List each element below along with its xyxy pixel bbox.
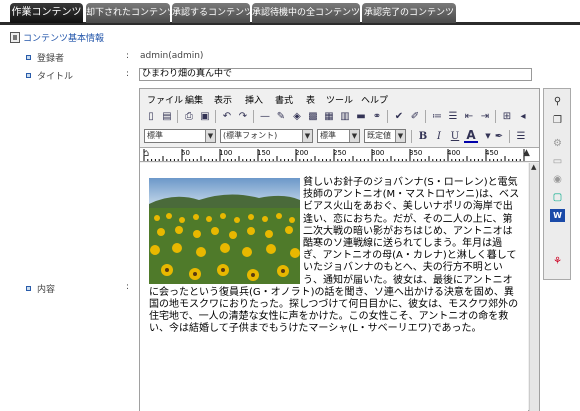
preview-icon[interactable]: ▣ bbox=[198, 109, 212, 123]
menu-tools[interactable]: ツール bbox=[326, 93, 353, 106]
copy-icon[interactable]: ❐ bbox=[550, 114, 565, 127]
indent-marker-icon[interactable]: ⌂ bbox=[143, 148, 149, 159]
undo-icon[interactable]: ↶ bbox=[220, 109, 234, 123]
underline-icon[interactable]: U bbox=[448, 129, 462, 143]
chevron-down-icon: ▼ bbox=[302, 130, 312, 142]
menu-file[interactable]: ファイル bbox=[147, 93, 183, 106]
rich-text-editor: ファイル 編集 表示 挿入 書式 表 ツール ヘルプ ▯ ▤ ⎙ ▣ ↶ ↷ —… bbox=[139, 88, 540, 411]
more-icon[interactable]: ◂ bbox=[516, 109, 530, 123]
menu-table[interactable]: 表 bbox=[306, 93, 315, 106]
menu-format[interactable]: 書式 bbox=[275, 93, 293, 106]
open-folder-icon[interactable]: ▤ bbox=[160, 109, 174, 123]
highlight-icon[interactable]: ✒ bbox=[492, 129, 506, 143]
chevron-down-icon: ▼ bbox=[395, 130, 405, 142]
ruler-label: 200 bbox=[295, 149, 309, 157]
registrant-value: admin(admin) bbox=[140, 51, 204, 61]
font-select[interactable]: (標準フォント) ▼ bbox=[220, 129, 313, 143]
bold-icon[interactable]: B bbox=[416, 129, 430, 143]
font-color-icon[interactable]: A bbox=[464, 128, 478, 143]
numbered-list-icon[interactable]: ≔ bbox=[430, 109, 444, 123]
table-grid-icon[interactable]: ⊞ bbox=[500, 109, 514, 123]
ruler: 50 100 150 200 250 300 350 400 450 ⌂ ▲ bbox=[140, 147, 539, 162]
source-icon[interactable]: ◉ bbox=[550, 173, 565, 186]
editor-toolbar-2: 標準 ▼ (標準フォント) ▼ 標準 ▼ 既定値 ▼ B I U A ▼ ✒ ☰ bbox=[140, 127, 539, 146]
indent-icon[interactable]: ⇥ bbox=[478, 109, 492, 123]
chevron-down-icon: ▼ bbox=[349, 130, 359, 142]
ruler-label: 400 bbox=[447, 149, 461, 157]
word-import-icon[interactable]: W bbox=[550, 209, 565, 222]
editor-scrollbar[interactable]: ▲ bbox=[529, 163, 539, 411]
content-label: 内容 bbox=[26, 282, 55, 295]
ruler-label: 100 bbox=[219, 149, 233, 157]
colon: : bbox=[126, 51, 130, 61]
menu-insert[interactable]: 挿入 bbox=[245, 93, 263, 106]
italic-icon[interactable]: I bbox=[432, 129, 446, 143]
spellcheck-icon[interactable]: ✔ bbox=[392, 109, 406, 123]
align-left-icon[interactable]: ☰ bbox=[514, 129, 528, 143]
horizontal-rule-icon[interactable]: — bbox=[258, 109, 272, 123]
tab-working-content[interactable]: 作業コンテンツ bbox=[10, 3, 83, 23]
editor-body-text: 貧しいお針子のジョバンナ(S・ローレン)と電気技師のアントニオ(M・マストロヤン… bbox=[149, 177, 520, 335]
bullet-icon bbox=[26, 55, 31, 60]
menu-edit[interactable]: 編集 bbox=[185, 93, 203, 106]
form-icon[interactable]: ▥ bbox=[338, 109, 352, 123]
scroll-up-icon[interactable]: ▲ bbox=[531, 163, 536, 171]
preview-page-icon[interactable]: ▢ bbox=[550, 191, 565, 204]
link-icon[interactable]: ⚭ bbox=[370, 109, 384, 123]
style-select[interactable]: 標準 ▼ bbox=[144, 129, 216, 143]
outdent-icon[interactable]: ⇤ bbox=[462, 109, 476, 123]
new-doc-icon[interactable]: ▯ bbox=[144, 109, 158, 123]
special-char-icon[interactable]: ⚘ bbox=[550, 255, 565, 268]
bullet-icon bbox=[26, 286, 31, 291]
colon: : bbox=[126, 69, 130, 79]
tab-rejected-content[interactable]: 却下されたコンテンツ bbox=[86, 3, 170, 23]
settings-icon[interactable]: ⚙ bbox=[550, 137, 565, 150]
redo-icon[interactable]: ↷ bbox=[236, 109, 250, 123]
find-icon[interactable]: ⚲ bbox=[550, 95, 565, 108]
default-select[interactable]: 既定値 ▼ bbox=[364, 129, 406, 143]
pen-icon[interactable]: ✎ bbox=[274, 109, 288, 123]
ruler-label: 300 bbox=[371, 149, 385, 157]
print-icon[interactable]: ⎙ bbox=[182, 109, 196, 123]
editor-toolbar-1: ▯ ▤ ⎙ ▣ ↶ ↷ — ✎ ◈ ▩ ▦ ▥ ▬ ⚭ ✔ ✐ ≔ ☰ ⇤ ⇥ … bbox=[140, 107, 539, 126]
clear-format-icon[interactable]: ✐ bbox=[408, 109, 422, 123]
editor-menubar: ファイル 編集 表示 挿入 書式 表 ツール ヘルプ bbox=[140, 89, 539, 107]
image-icon[interactable]: ▩ bbox=[306, 109, 320, 123]
colon: : bbox=[126, 282, 130, 292]
size-select[interactable]: 標準 ▼ bbox=[317, 129, 360, 143]
tab-bar: 作業コンテンツ 却下されたコンテンツ 承認するコンテンツ 承認待機中の全コンテン… bbox=[0, 0, 580, 25]
menu-view[interactable]: 表示 bbox=[214, 93, 232, 106]
eraser-icon[interactable]: ◈ bbox=[290, 109, 304, 123]
side-toolbar: ⚲ ❐ ⚙ ▭ ◉ ▢ W ⚘ bbox=[543, 88, 571, 280]
tab-pending-approval[interactable]: 承認待機中の全コンテンツ bbox=[252, 3, 360, 23]
document-icon bbox=[10, 32, 20, 43]
tab-approve-content[interactable]: 承認するコンテンツ bbox=[172, 3, 250, 23]
tab-approved-content[interactable]: 承認完了のコンテンツ bbox=[362, 3, 456, 23]
menu-help[interactable]: ヘルプ bbox=[361, 93, 388, 106]
bullet-icon bbox=[26, 73, 31, 78]
chevron-down-icon: ▼ bbox=[205, 130, 215, 142]
bullet-list-icon[interactable]: ☰ bbox=[446, 109, 460, 123]
ruler-label: 350 bbox=[409, 149, 423, 157]
title-label: タイトル bbox=[26, 69, 73, 82]
template-icon[interactable]: ▭ bbox=[550, 155, 565, 168]
section-title-text: コンテンツ基本情報 bbox=[23, 34, 105, 44]
ruler-label: 150 bbox=[257, 149, 271, 157]
editor-content-area[interactable]: 貧しいお針子のジョバンナ(S・ローレン)と電気技師のアントニオ(M・マストロヤン… bbox=[140, 163, 528, 411]
ruler-label: 50 bbox=[181, 149, 190, 157]
table-icon[interactable]: ▦ bbox=[322, 109, 336, 123]
ruler-label: 250 bbox=[333, 149, 347, 157]
title-input[interactable]: ひまわり畑の真ん中で bbox=[139, 68, 532, 81]
ruler-label: 450 bbox=[485, 149, 499, 157]
section-title: コンテンツ基本情報 bbox=[10, 31, 104, 44]
right-margin-marker-icon[interactable]: ▲ bbox=[523, 148, 530, 158]
media-icon[interactable]: ▬ bbox=[354, 109, 368, 123]
registrant-label: 登録者 bbox=[26, 51, 64, 64]
